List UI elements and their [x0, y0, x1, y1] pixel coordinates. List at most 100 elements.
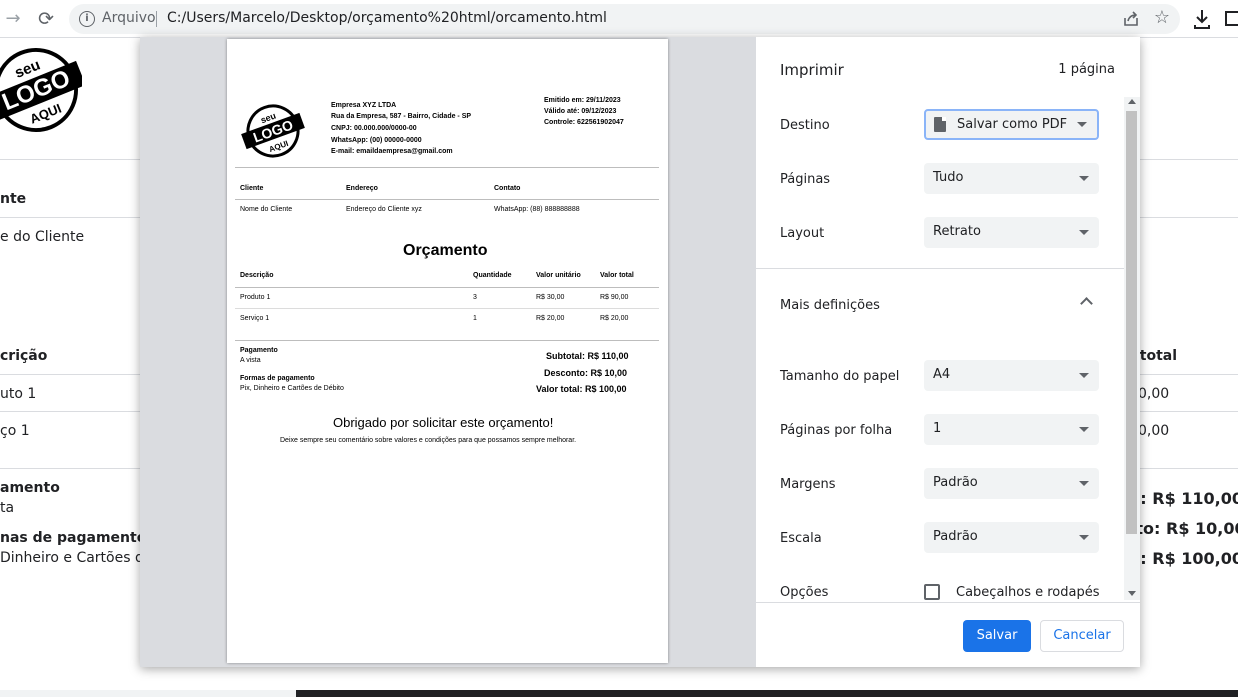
- headers-footers-checkbox[interactable]: [924, 584, 940, 600]
- divider: [235, 340, 659, 341]
- logo-image: seu LOGO AQUI: [0, 47, 82, 132]
- discount: Desconto: R$ 10,00: [544, 368, 628, 378]
- forward-arrow-icon[interactable]: →: [2, 8, 24, 30]
- destination-label: Destino: [780, 118, 830, 133]
- table-cell: 1: [473, 315, 477, 322]
- margins-label: Margens: [780, 477, 836, 492]
- reload-icon[interactable]: ⟳: [34, 7, 58, 31]
- paper-size-select[interactable]: A4: [924, 360, 1099, 391]
- chevron-down-icon: [1079, 481, 1089, 486]
- bg-row2-desc: ço 1: [0, 423, 30, 439]
- print-settings-panel: Imprimir 1 página Destino Salvar como PD…: [756, 37, 1140, 667]
- divider: [235, 167, 659, 168]
- layout-select[interactable]: Retrato: [924, 217, 1099, 248]
- pages-select[interactable]: Tudo: [924, 163, 1099, 194]
- bg-total: al: R$ 100,00: [1124, 549, 1238, 568]
- save-button[interactable]: Salvar: [963, 620, 1031, 652]
- control-number: Controle: 622561902047: [544, 119, 624, 126]
- more-settings-toggle[interactable]: Mais definições: [780, 298, 880, 313]
- divider: [235, 199, 659, 200]
- divider: [235, 308, 659, 309]
- scale-label: Escala: [780, 531, 822, 546]
- scale-select[interactable]: Padrão: [924, 522, 1099, 553]
- company-name: Empresa XYZ LTDA: [331, 102, 397, 109]
- headers-footers-label[interactable]: Cabeçalhos e rodapés: [956, 585, 1100, 600]
- subtotal: Subtotal: R$ 110,00: [546, 351, 629, 361]
- scroll-up-arrow-icon[interactable]: [1128, 99, 1136, 104]
- divider: [756, 602, 1140, 603]
- client-name: Nome do Cliente: [240, 206, 293, 213]
- scroll-down-arrow-icon[interactable]: [1128, 591, 1136, 596]
- chevron-down-icon: [1079, 535, 1089, 540]
- destination-value: Salvar como PDF: [957, 117, 1068, 132]
- company-cnpj: CNPJ: 00.000.000/0000-00: [331, 125, 417, 132]
- page-count: 1 página: [1058, 62, 1115, 77]
- taskbar-strip: [0, 690, 1238, 697]
- bg-row2-total: 0,00: [1138, 423, 1170, 439]
- address-url[interactable]: C:/Users/Marcelo/Desktop/orçamento%20htm…: [167, 10, 607, 26]
- table-header-quantity: Quantidade: [473, 272, 512, 279]
- scrollbar-thumb[interactable]: [1126, 111, 1137, 534]
- bg-payment-title: amento: [0, 480, 60, 496]
- info-icon[interactable]: i: [79, 11, 95, 27]
- emitted-date: Emitido em: 29/11/2023: [544, 97, 621, 104]
- destination-select[interactable]: Salvar como PDF: [924, 109, 1099, 140]
- download-icon[interactable]: [1192, 8, 1212, 30]
- client-contact: WhatsApp: (88) 888888888: [494, 206, 580, 213]
- chevron-up-icon[interactable]: [1080, 297, 1093, 310]
- table-cell: R$ 90,00: [600, 294, 629, 301]
- pages-label: Páginas: [780, 172, 831, 187]
- address-header: Endereço: [346, 185, 378, 192]
- scale-value: Padrão: [933, 529, 978, 544]
- table-cell: 3: [473, 294, 477, 301]
- contact-header: Contato: [494, 185, 521, 192]
- pages-per-sheet-value: 1: [933, 421, 942, 436]
- pages-value: Tudo: [933, 170, 964, 185]
- margins-select[interactable]: Padrão: [924, 468, 1099, 499]
- payment-value: A vista: [240, 357, 261, 364]
- footer-note: Deixe sempre seu comentário sobre valore…: [280, 437, 577, 444]
- bg-desc-header: crição: [0, 348, 48, 364]
- bg-row1-total: 0,00: [1138, 386, 1170, 402]
- document-icon: [934, 117, 946, 132]
- options-label: Opções: [780, 585, 829, 600]
- company-email: E-mail: emaildaempresa@gmail.com: [331, 148, 453, 155]
- layout-label: Layout: [780, 226, 825, 241]
- divider: [235, 287, 659, 288]
- chevron-down-icon: [1079, 176, 1089, 181]
- address-bar[interactable]: i Arquivo C:/Users/Marcelo/Desktop/orçam…: [69, 4, 1180, 34]
- address-scheme-label: Arquivo: [102, 10, 156, 26]
- chevron-down-icon: [1077, 122, 1087, 127]
- chevron-down-icon: [1079, 230, 1089, 235]
- pages-per-sheet-select[interactable]: 1: [924, 414, 1099, 445]
- bg-forms-title: nas de pagamento: [0, 530, 147, 546]
- table-cell: Produto 1: [240, 294, 271, 301]
- share-icon[interactable]: [1122, 10, 1140, 28]
- table-cell: Serviço 1: [240, 315, 270, 322]
- margins-value: Padrão: [933, 475, 978, 490]
- print-preview-area: seu LOGO AQUI Empresa XYZ LTDA Rua da Em…: [140, 37, 756, 667]
- paper-size-label: Tamanho do papel: [780, 369, 900, 384]
- payment-title: Pagamento: [240, 347, 278, 354]
- browser-toolbar: → ⟳ i Arquivo C:/Users/Marcelo/Desktop/o…: [0, 0, 1238, 38]
- side-panel-icon[interactable]: [1225, 11, 1238, 26]
- chevron-down-icon: [1079, 373, 1089, 378]
- company-address: Rua da Empresa, 587 - Bairro, Cidade - S…: [331, 113, 472, 120]
- paper-size-value: A4: [933, 367, 951, 382]
- forms-title: Formas de pagamento: [240, 375, 315, 382]
- cancel-button[interactable]: Cancelar: [1040, 620, 1124, 652]
- forms-value: Pix, Dinheiro e Cartões de Débito: [240, 385, 344, 392]
- bg-discount: nto: R$ 10,00: [1124, 519, 1238, 538]
- table-cell: R$ 20,00: [536, 315, 565, 322]
- bg-client-value: e do Cliente: [0, 229, 85, 245]
- thanks-message: Obrigado por solicitar este orçamento!: [333, 415, 554, 430]
- bg-forms-value: Dinheiro e Cartões de I: [0, 550, 162, 566]
- print-dialog: seu LOGO AQUI Empresa XYZ LTDA Rua da Em…: [140, 37, 1140, 667]
- pages-per-sheet-label: Páginas por folha: [780, 423, 893, 438]
- bookmark-star-icon[interactable]: ☆: [1154, 7, 1170, 28]
- preview-page: seu LOGO AQUI Empresa XYZ LTDA Rua da Em…: [227, 39, 668, 663]
- valid-date: Válido até: 09/12/2023: [544, 108, 617, 115]
- bg-payment-value: ta: [0, 500, 15, 516]
- chevron-down-icon: [1079, 427, 1089, 432]
- company-whatsapp: WhatsApp: (00) 00000-0000: [331, 137, 422, 144]
